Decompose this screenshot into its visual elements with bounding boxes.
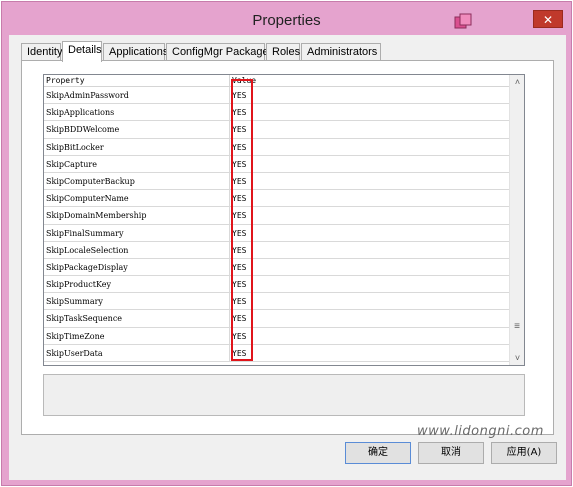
scroll-down-arrow-icon[interactable]: ˅ bbox=[510, 351, 524, 365]
table-row[interactable]: SkipUserData YES bbox=[44, 344, 510, 362]
property-cell: SkipLocaleSelection bbox=[44, 241, 230, 258]
table-row[interactable]: SkipDomainMembership YES bbox=[44, 207, 510, 225]
property-cell: SkipAdminPassword bbox=[44, 87, 230, 104]
properties-window: Properties ✕ Identity Details Applicatio… bbox=[1, 1, 572, 486]
value-cell[interactable]: YES bbox=[230, 190, 510, 206]
value-cell[interactable]: YES bbox=[230, 345, 510, 361]
tab-applications[interactable]: Applications bbox=[103, 43, 168, 61]
table-row[interactable]: SkipComputerBackup YES bbox=[44, 172, 510, 191]
cancel-button[interactable]: 取消 bbox=[418, 442, 484, 464]
grid-header: Property Value bbox=[44, 75, 510, 87]
value-cell[interactable]: YES bbox=[230, 293, 510, 309]
value-cell[interactable]: YES bbox=[230, 121, 510, 137]
property-cell: SkipComputerName bbox=[44, 190, 230, 207]
table-row[interactable]: SkipFinalSummary YES bbox=[44, 224, 510, 242]
tab-administrators[interactable]: Administrators bbox=[301, 43, 381, 61]
column-header-value[interactable]: Value bbox=[230, 75, 510, 87]
value-cell[interactable]: YES bbox=[230, 207, 510, 223]
table-row[interactable]: SkipComputerName YES bbox=[44, 190, 510, 208]
vertical-scrollbar[interactable]: ˄ ≡ ˅ bbox=[509, 75, 524, 365]
table-row[interactable]: SkipPackageDisplay YES bbox=[44, 258, 510, 277]
table-row[interactable]: SkipSummary YES bbox=[44, 293, 510, 311]
property-cell: SkipUserData bbox=[44, 344, 230, 361]
scroll-thumb[interactable]: ≡ bbox=[511, 307, 523, 347]
value-cell[interactable]: YES bbox=[230, 242, 510, 258]
table-row[interactable]: SkipTimeZone YES bbox=[44, 327, 510, 345]
scroll-up-arrow-icon[interactable]: ˄ bbox=[510, 75, 524, 89]
property-cell: SkipDomainMembership bbox=[44, 207, 230, 224]
property-cell: SkipPackageDisplay bbox=[44, 258, 230, 276]
value-cell[interactable]: YES bbox=[230, 328, 510, 344]
property-cell: SkipSummary bbox=[44, 293, 230, 310]
title-bar[interactable]: Properties ✕ bbox=[2, 2, 571, 38]
value-cell[interactable]: YES bbox=[230, 310, 510, 326]
property-cell: SkipTimeZone bbox=[44, 327, 230, 344]
window-title: Properties bbox=[252, 12, 321, 29]
ok-button[interactable]: 确定 bbox=[345, 442, 411, 464]
grid-rows: SkipAdminPassword YES SkipApplications YES… bbox=[44, 87, 510, 362]
value-cell[interactable]: YES bbox=[230, 87, 510, 103]
property-cell: SkipFinalSummary bbox=[44, 224, 230, 241]
column-header-property[interactable]: Property bbox=[44, 75, 230, 87]
property-cell: SkipComputerBackup bbox=[44, 172, 230, 190]
value-cell[interactable]: YES bbox=[230, 139, 510, 155]
value-cell[interactable]: YES bbox=[230, 259, 510, 275]
close-button[interactable]: ✕ bbox=[533, 10, 563, 28]
property-cell: SkipBDDWelcome bbox=[44, 121, 230, 138]
watermark-text: www.lidongni.com bbox=[417, 424, 544, 439]
table-row[interactable]: SkipLocaleSelection YES bbox=[44, 241, 510, 259]
value-cell[interactable]: YES bbox=[230, 173, 510, 189]
property-cell: SkipBitLocker bbox=[44, 138, 230, 155]
app-icon bbox=[454, 13, 472, 29]
details-panel: Property Value SkipAdminPassword YES Skip… bbox=[21, 60, 554, 435]
tab-details[interactable]: Details bbox=[62, 41, 102, 62]
dialog-client-area: Identity Details Applications ConfigMgr … bbox=[9, 35, 566, 480]
table-row[interactable]: SkipTaskSequence YES bbox=[44, 310, 510, 328]
value-cell[interactable]: YES bbox=[230, 156, 510, 172]
tab-roles[interactable]: Roles bbox=[266, 43, 300, 61]
property-cell: SkipTaskSequence bbox=[44, 310, 230, 327]
table-row[interactable]: SkipProductKey YES bbox=[44, 276, 510, 294]
tab-configmgr-packages[interactable]: ConfigMgr Packages bbox=[166, 43, 274, 61]
table-row[interactable]: SkipBitLocker YES bbox=[44, 138, 510, 156]
value-cell[interactable]: YES bbox=[230, 276, 510, 292]
property-cell: SkipProductKey bbox=[44, 276, 230, 293]
property-grid: Property Value SkipAdminPassword YES Skip… bbox=[43, 74, 525, 366]
tab-identity[interactable]: Identity bbox=[21, 43, 62, 61]
property-cell: SkipApplications bbox=[44, 104, 230, 121]
value-cell[interactable]: YES bbox=[230, 225, 510, 241]
apply-button[interactable]: 应用(A) bbox=[491, 442, 557, 464]
property-description-box bbox=[43, 374, 525, 416]
value-cell[interactable]: YES bbox=[230, 104, 510, 120]
table-row[interactable]: SkipCapture YES bbox=[44, 155, 510, 173]
table-row[interactable]: SkipApplications YES bbox=[44, 104, 510, 122]
table-row[interactable]: SkipAdminPassword YES bbox=[44, 87, 510, 105]
table-row[interactable]: SkipBDDWelcome YES bbox=[44, 121, 510, 139]
property-cell: SkipCapture bbox=[44, 155, 230, 172]
